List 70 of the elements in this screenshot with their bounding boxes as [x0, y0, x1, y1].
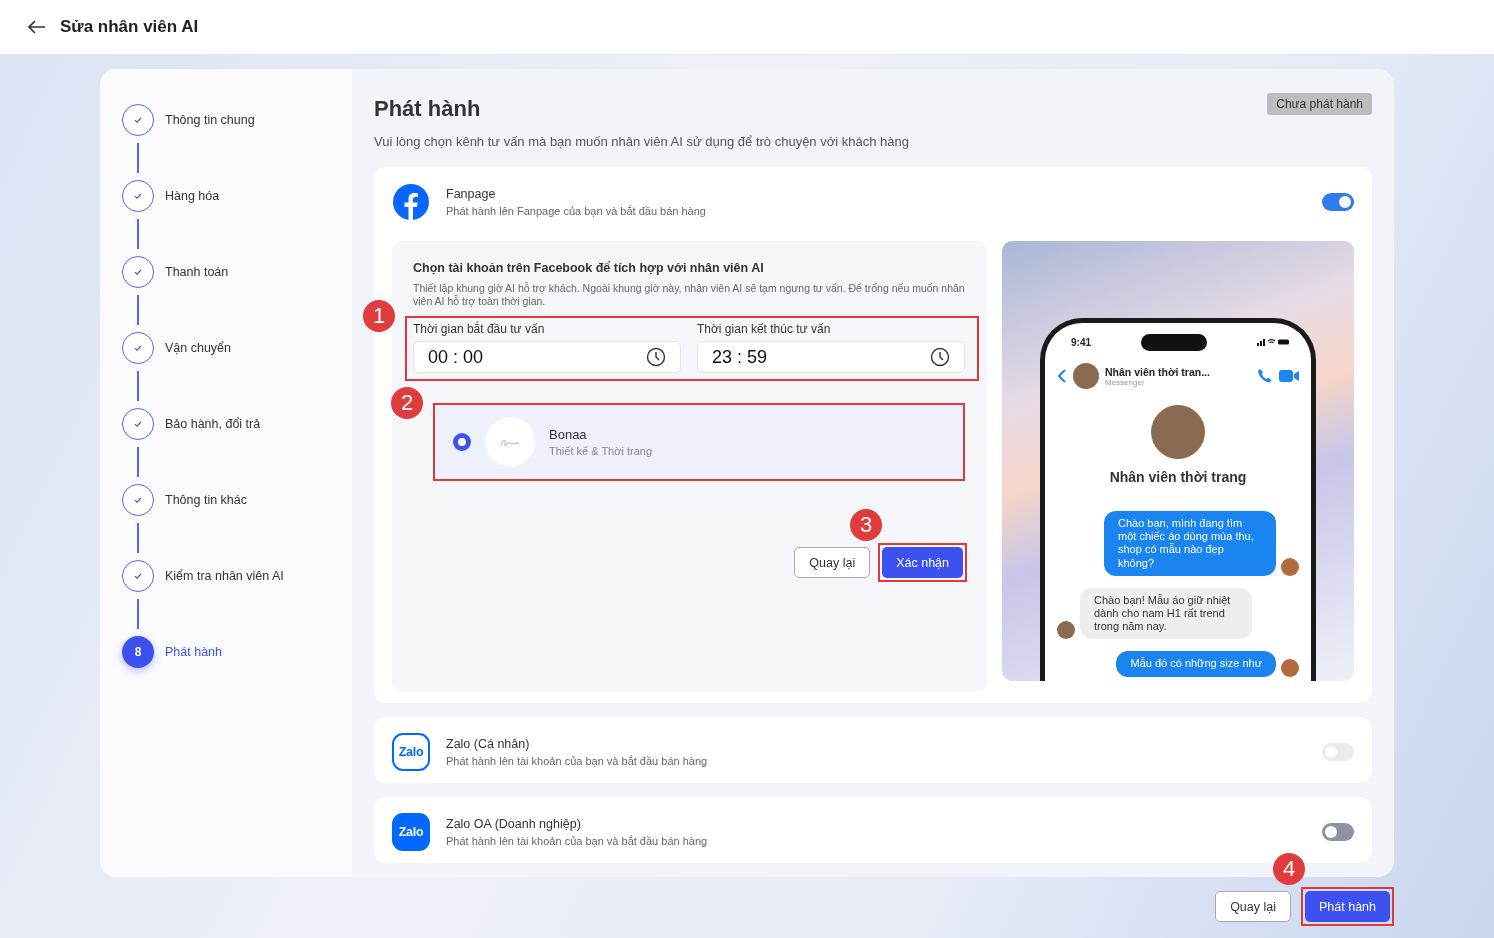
settings-title: Chọn tài khoản trên Facebook để tích hợp với nhân viên AI: [413, 261, 765, 275]
back-button[interactable]: Quay lại: [794, 547, 871, 579]
clock-icon[interactable]: [646, 347, 666, 368]
check-icon: [133, 495, 143, 505]
avatar-placeholder: [1151, 405, 1205, 459]
radio-button[interactable]: [453, 433, 471, 452]
check-icon: [133, 343, 143, 353]
zalo-logo: Zalo: [392, 733, 430, 771]
phone-clock: 9:41: [1071, 336, 1091, 348]
confirm-button[interactable]: Xác nhận: [882, 547, 963, 579]
back-button[interactable]: Quay lại: [1215, 891, 1291, 922]
chat-bubble: Chào bạn, mình đang tìm một chiếc áo dùng mùa thu, shop có mẫu nào đẹp không?: [1104, 511, 1276, 576]
clock-icon[interactable]: [930, 347, 950, 368]
check-icon: [133, 571, 143, 581]
step-label[interactable]: Kiểm tra nhân viên AI: [165, 569, 284, 583]
time-field[interactable]: 00 : 00: [413, 341, 681, 374]
check-icon: [133, 115, 143, 125]
channel-description: Phát hành lên tài khoản của bạn và bắt đầu bán hàng: [446, 755, 709, 767]
camera-notch: [1141, 333, 1207, 351]
step-label[interactable]: Vận chuyển: [165, 341, 232, 355]
check-icon: [133, 191, 143, 201]
channel-name: Zalo (Cá nhân): [446, 737, 531, 751]
publish-button[interactable]: Phát hành: [1305, 891, 1390, 922]
check-icon: [133, 267, 143, 277]
account-name: Bonaa: [549, 427, 588, 443]
chat-bubble: Chào bạn! Mẫu áo giữ nhiệt dành cho nam H1 rất trend trong năm nay.: [1080, 587, 1252, 640]
signal-battery-icon: [1257, 338, 1289, 346]
channel-name: Zalo OA (Doanh nghiệp): [446, 817, 582, 831]
step-label[interactable]: Thông tin khác: [165, 493, 247, 507]
chat-bubble: Mẫu đó có những size như: [1116, 651, 1276, 677]
account-option[interactable]: Bonaa Thiết kế & Thời trang: [435, 405, 963, 480]
profile-name: Nhân viên thời trang: [1109, 469, 1247, 485]
step-marker: 2: [391, 387, 423, 420]
account-category: Thiết kế & Thời trang: [549, 445, 652, 458]
status-badge: Chưa phát hành: [1267, 93, 1372, 115]
step-label[interactable]: Hàng hóa: [165, 189, 220, 203]
section-subtitle: Vui lòng chọn kênh tư vấn mà bạn muốn nhân viên AI sử dụng để trò chuyện với khách hàng: [374, 134, 910, 149]
time-field[interactable]: 23 : 59: [697, 341, 965, 374]
check-icon: [133, 419, 143, 429]
video-camera-icon[interactable]: [1279, 369, 1299, 383]
avatar-placeholder: [1281, 557, 1299, 576]
phone-call-icon[interactable]: [1257, 368, 1273, 384]
facebook-logo-icon: [392, 183, 430, 221]
step-label[interactable]: Phát hành: [165, 645, 222, 659]
avatar-placeholder: [1281, 658, 1299, 677]
step-marker: 4: [1273, 853, 1305, 885]
step-indicator: 8: [122, 636, 154, 668]
brand-logo-icon: [485, 417, 535, 468]
back-arrow-icon[interactable]: [28, 20, 46, 34]
step-label[interactable]: Bảo hành, đổi trả: [165, 417, 261, 431]
toggle-switch[interactable]: [1322, 193, 1354, 211]
section-title: Phát hành: [374, 96, 481, 122]
channel-description: Phát hành lên tài khoản của bạn và bắt đầu bán hàng: [446, 835, 709, 847]
step-label[interactable]: Thông tin chung: [165, 113, 255, 127]
field-label: Thời gian bắt đầu tư vấn: [413, 322, 546, 337]
toggle-switch[interactable]: [1322, 823, 1354, 841]
channel-description: Phát hành lên Fanpage của bạn và bắt đầu bán hàng: [446, 205, 707, 217]
settings-hint: Thiết lập khung giờ AI hỗ trợ khách. Ngoài khung giờ này, nhân viên AI sẽ tạm ngưng tư vấn. Để trống nếu muốn nhân viên AI hỗ trợ toàn thời gian.: [413, 282, 966, 309]
field-label: Thời gian kết thúc tư vấn: [697, 322, 832, 337]
avatar-placeholder: [1073, 363, 1099, 389]
contact-name: Nhân viên thời tran...: [1105, 365, 1211, 378]
step-label[interactable]: Thanh toán: [165, 265, 229, 279]
step-marker: 1: [363, 300, 395, 333]
avatar-placeholder: [1057, 621, 1075, 640]
zalo-logo: Zalo: [392, 813, 430, 851]
step-marker: 3: [850, 509, 883, 542]
channel-name: Fanpage: [446, 187, 497, 201]
back-chevron-icon[interactable]: [1057, 368, 1067, 384]
app-name: Messenger: [1105, 377, 1146, 387]
page-header-title: Sửa nhân viên AI: [60, 17, 199, 37]
